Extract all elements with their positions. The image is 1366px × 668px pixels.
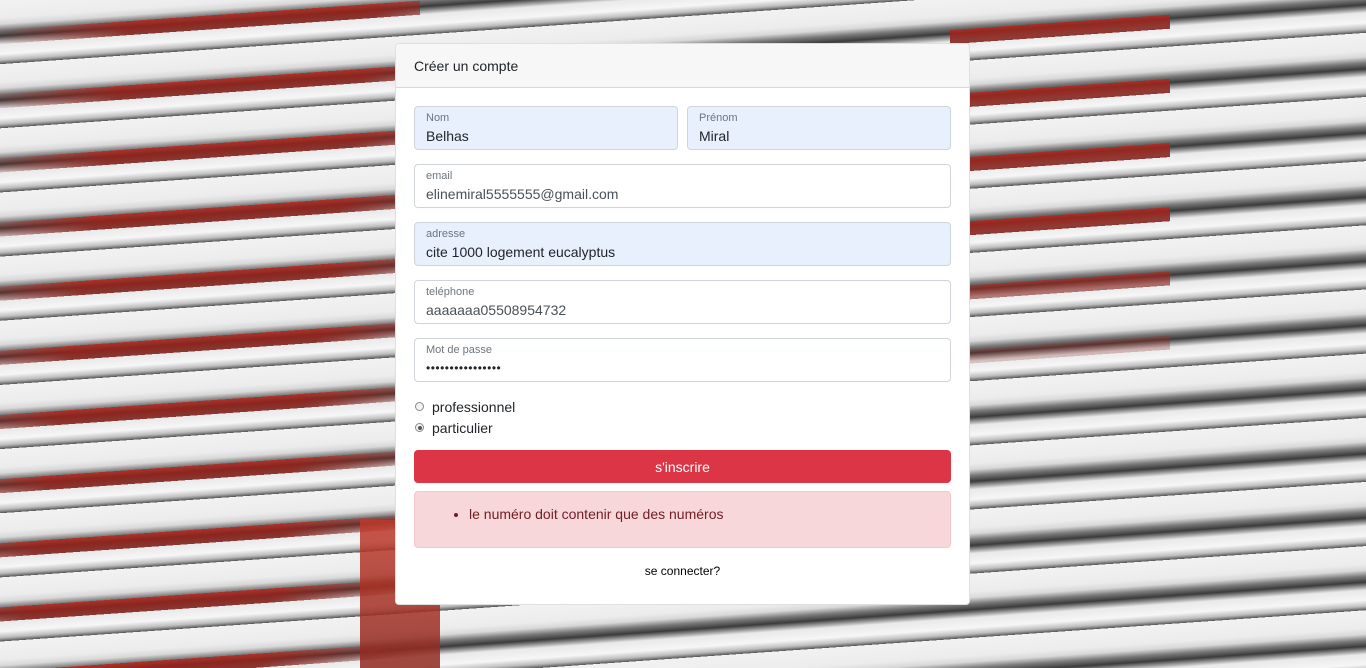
account-type-group: professionnel particulier [414,396,951,438]
nom-field[interactable]: Nom Belhas [414,106,678,150]
adresse-value[interactable]: cite 1000 logement eucalyptus [426,242,939,262]
card-title: Créer un compte [414,57,519,74]
nom-label: Nom [426,112,450,124]
password-row: Mot de passe •••••••••••••••• [414,338,951,382]
signup-card: Créer un compte Nom Belhas Prénom Miral … [395,43,970,605]
radio-option-particulier[interactable]: particulier [414,417,951,438]
telephone-value[interactable]: aaaaaaa05508954732 [426,300,939,320]
radio-label-professionnel[interactable]: professionnel [432,399,515,415]
login-link[interactable]: se connecter? [645,564,720,578]
error-alert: le numéro doit contenir que des numéros [414,491,951,548]
adresse-field[interactable]: adresse cite 1000 logement eucalyptus [414,222,951,266]
prenom-value[interactable]: Miral [699,126,939,146]
email-label: email [426,170,453,182]
error-list: le numéro doit contenir que des numéros [451,504,950,524]
adresse-row: adresse cite 1000 logement eucalyptus [414,222,951,266]
background-cart-handles-right [950,0,1170,400]
radio-professionnel[interactable] [415,402,424,411]
card-body: Nom Belhas Prénom Miral email elinemiral… [396,88,969,578]
footer: se connecter? [414,564,951,578]
password-field[interactable]: Mot de passe •••••••••••••••• [414,338,951,382]
password-label: Mot de passe [426,344,493,356]
radio-label-particulier[interactable]: particulier [432,420,493,436]
email-field[interactable]: email elinemiral5555555@gmail.com [414,164,951,208]
signup-button[interactable]: s'inscrire [414,450,951,483]
telephone-row: teléphone aaaaaaa05508954732 [414,280,951,324]
email-row: email elinemiral5555555@gmail.com [414,164,951,208]
adresse-label: adresse [426,228,466,240]
prenom-label: Prénom [699,112,738,124]
radio-option-professionnel[interactable]: professionnel [414,396,951,417]
name-row: Nom Belhas Prénom Miral [414,106,951,150]
nom-value[interactable]: Belhas [426,126,666,146]
telephone-label: teléphone [426,286,475,298]
radio-particulier[interactable] [415,423,424,432]
telephone-field[interactable]: teléphone aaaaaaa05508954732 [414,280,951,324]
prenom-field[interactable]: Prénom Miral [687,106,951,150]
password-value[interactable]: •••••••••••••••• [426,358,939,378]
background-cart-handles-left [0,0,420,668]
error-item: le numéro doit contenir que des numéros [469,504,950,524]
email-value[interactable]: elinemiral5555555@gmail.com [426,184,939,204]
card-header: Créer un compte [396,44,969,88]
